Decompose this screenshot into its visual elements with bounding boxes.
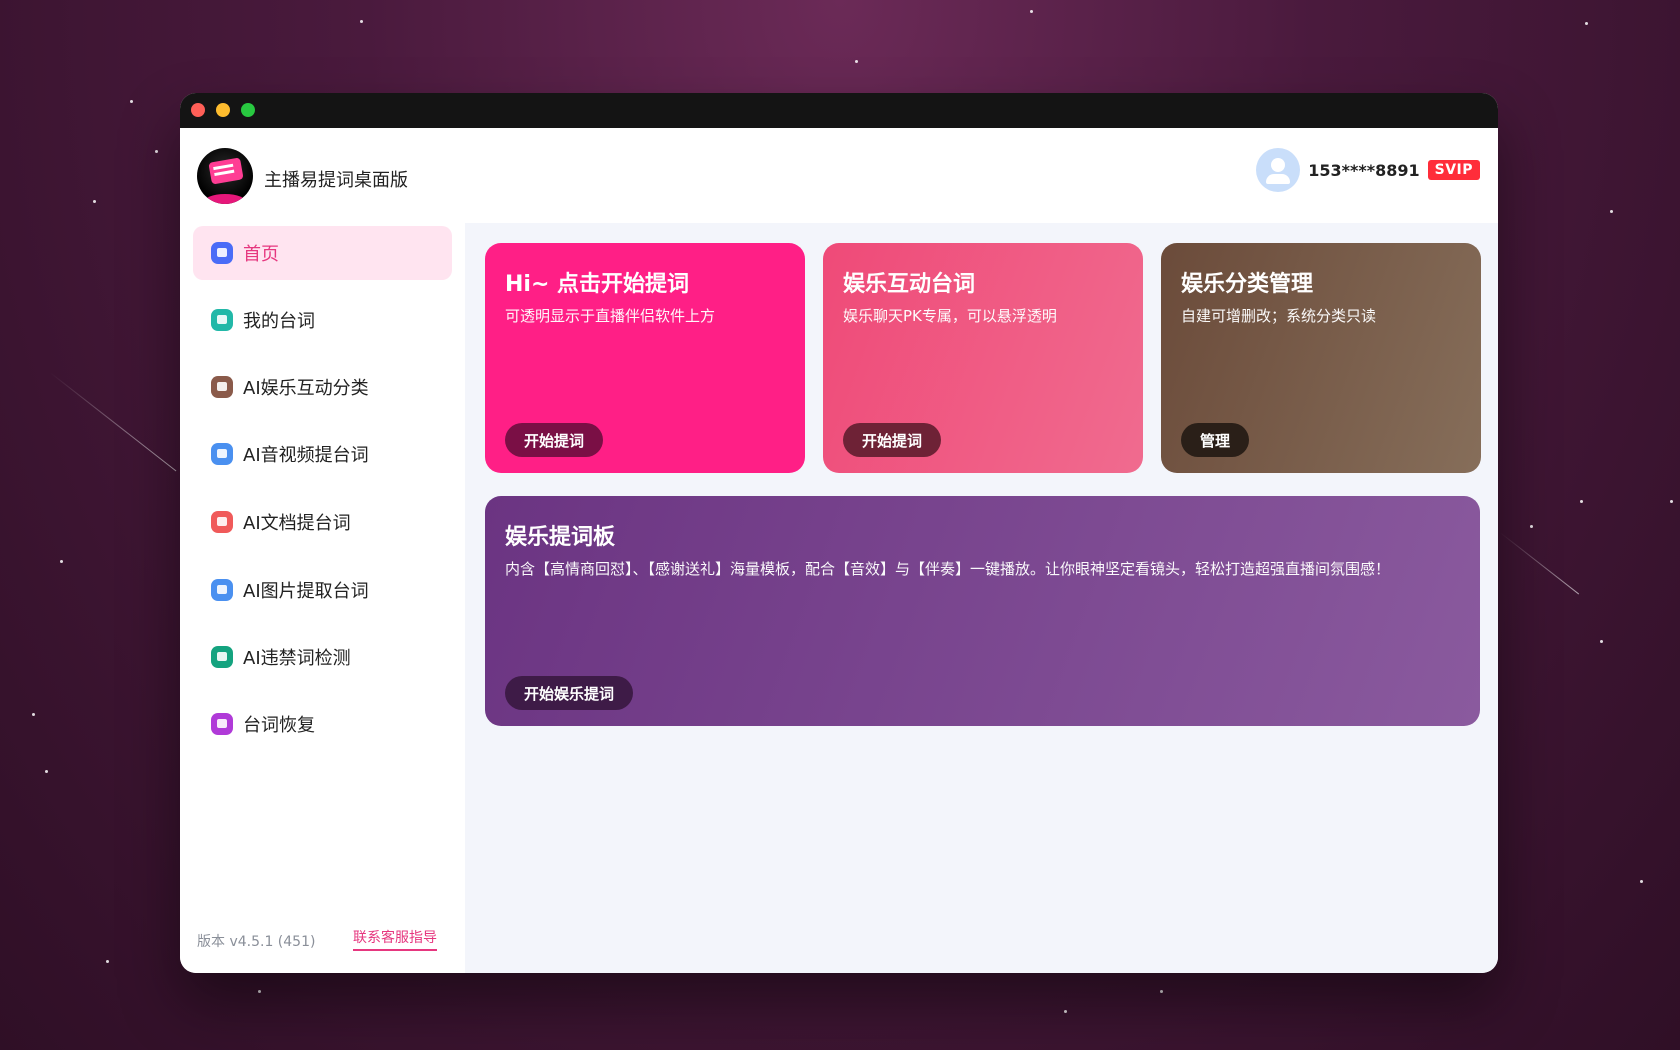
card-description: 自建可增删改；系统分类只读 <box>1181 307 1377 325</box>
sidebar-item-label: AI图片提取台词 <box>243 581 369 602</box>
sidebar-item-ai-media[interactable]: AI音视频提台词 <box>193 427 452 481</box>
script-icon <box>211 309 233 331</box>
home-icon <box>211 242 233 264</box>
close-window-button[interactable] <box>191 103 205 117</box>
app-window: 主播易提词桌面版 153****8891 SVIP 首页 我的台词 AI娱乐互动… <box>180 93 1498 973</box>
user-phone: 153****8891 <box>1308 160 1420 180</box>
maximize-window-button[interactable] <box>241 103 255 117</box>
image-icon <box>211 579 233 601</box>
manage-button[interactable]: 管理 <box>1181 423 1250 457</box>
card-description: 内含【高情商回怼】、【感谢送礼】海量模板，配合【音效】与【伴奏】一键播放。让你眼… <box>505 560 1391 578</box>
app-header: 主播易提词桌面版 153****8891 SVIP <box>180 128 1498 216</box>
sidebar-item-label: AI文档提台词 <box>243 513 351 534</box>
media-icon <box>211 443 233 465</box>
minimize-window-button[interactable] <box>216 103 230 117</box>
sidebar-item-ai-image[interactable]: AI图片提取台词 <box>193 563 452 617</box>
sidebar-item-ai-categories[interactable]: AI娱乐互动分类 <box>193 360 452 414</box>
list-icon <box>211 376 233 398</box>
app-logo <box>197 148 253 204</box>
start-entertainment-board-button[interactable]: 开始娱乐提词 <box>505 676 634 710</box>
card-description: 可透明显示于直播伴侣软件上方 <box>505 307 716 325</box>
support-link[interactable]: 联系客服指导 <box>353 927 437 951</box>
start-prompt-card[interactable]: Hi~ 点击开始提词 可透明显示于直播伴侣软件上方 开始提词 <box>485 243 805 473</box>
title-bar <box>180 93 1498 128</box>
entertainment-board-card[interactable]: 娱乐提词板 内含【高情商回怼】、【感谢送礼】海量模板，配合【音效】与【伴奏】一键… <box>485 496 1480 726</box>
entertainment-scripts-card[interactable]: 娱乐互动台词 娱乐聊天PK专属，可以悬浮透明 开始提词 <box>823 243 1143 473</box>
start-prompt-button[interactable]: 开始提词 <box>505 423 604 457</box>
sidebar-item-label: 首页 <box>243 244 279 265</box>
sidebar-item-my-scripts[interactable]: 我的台词 <box>193 293 452 347</box>
restore-icon <box>211 713 233 735</box>
card-title: 娱乐分类管理 <box>1181 272 1314 297</box>
shooting-star <box>1499 532 1580 595</box>
category-management-card[interactable]: 娱乐分类管理 自建可增删改；系统分类只读 管理 <box>1161 243 1481 473</box>
sidebar: 首页 我的台词 AI娱乐互动分类 AI音视频提台词 AI文档提台词 AI图片提取… <box>180 223 465 973</box>
app-title: 主播易提词桌面版 <box>264 170 408 191</box>
shield-icon <box>211 646 233 668</box>
start-entertainment-prompt-button[interactable]: 开始提词 <box>843 423 942 457</box>
card-title: 娱乐提词板 <box>505 525 616 550</box>
user-info[interactable]: 153****8891 SVIP <box>1256 148 1480 192</box>
card-description: 娱乐聊天PK专属，可以悬浮透明 <box>843 307 1057 325</box>
main-content: Hi~ 点击开始提词 可透明显示于直播伴侣软件上方 开始提词 娱乐互动台词 娱乐… <box>465 223 1498 973</box>
sidebar-item-ai-document[interactable]: AI文档提台词 <box>193 495 452 549</box>
avatar[interactable] <box>1256 148 1301 192</box>
sidebar-item-label: 台词恢复 <box>243 715 315 736</box>
shooting-star <box>49 372 177 472</box>
version-label: 版本 v4.5.1 (451) <box>197 934 316 950</box>
sidebar-item-label: 我的台词 <box>243 311 315 332</box>
sidebar-item-label: AI违禁词检测 <box>243 648 351 669</box>
sidebar-item-home[interactable]: 首页 <box>193 226 452 280</box>
sidebar-item-label: AI娱乐互动分类 <box>243 378 369 399</box>
card-title: 娱乐互动台词 <box>843 272 976 297</box>
document-icon <box>211 511 233 533</box>
vip-badge: SVIP <box>1427 160 1480 180</box>
sidebar-item-ai-forbidden-words[interactable]: AI违禁词检测 <box>193 630 452 684</box>
sidebar-item-restore[interactable]: 台词恢复 <box>193 697 452 751</box>
card-title: Hi~ 点击开始提词 <box>505 272 690 297</box>
sidebar-item-label: AI音视频提台词 <box>243 445 369 466</box>
